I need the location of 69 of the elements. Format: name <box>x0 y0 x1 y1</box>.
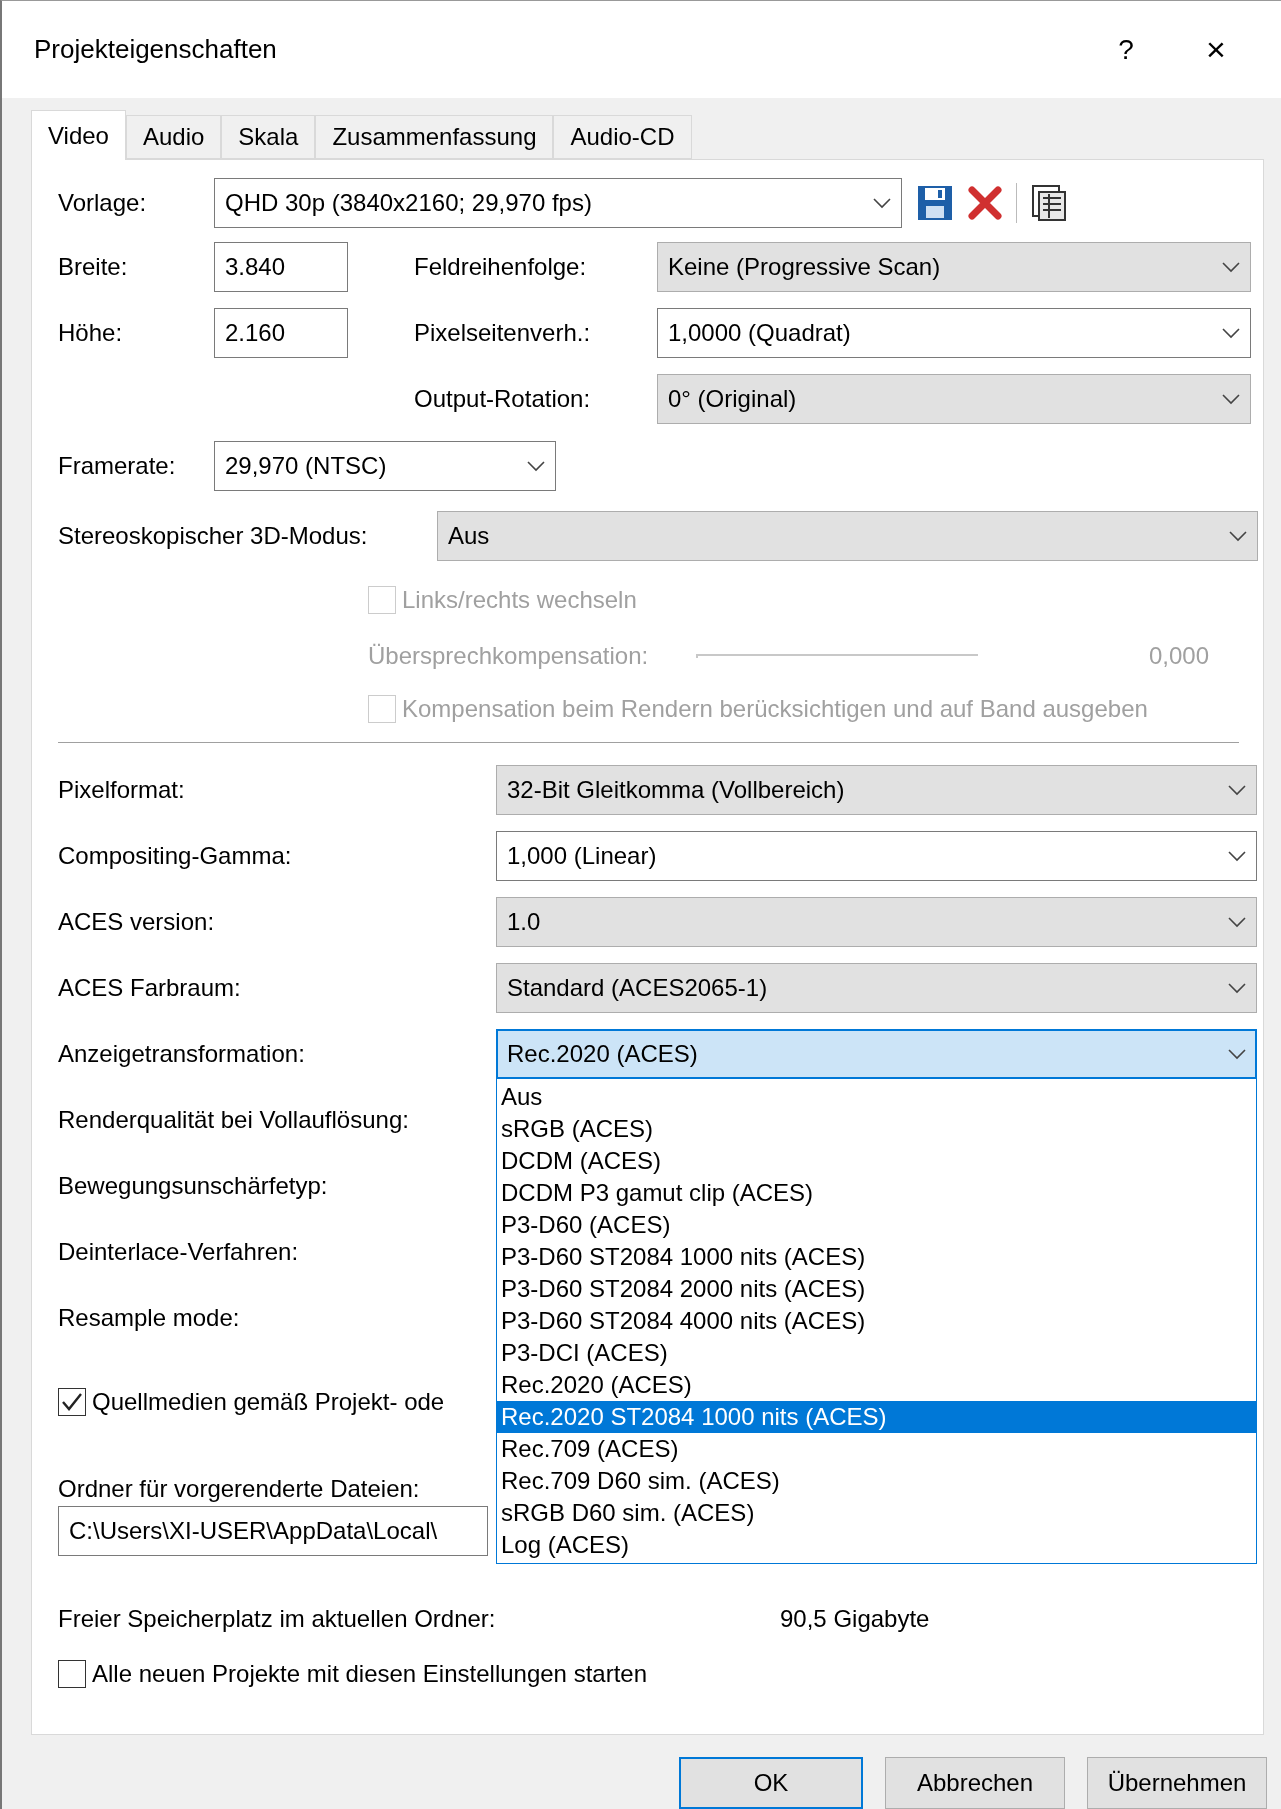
dropdown[interactable]: 1.0 <box>496 897 1257 948</box>
field-label: Framerate: <box>58 452 177 481</box>
checkbox[interactable] <box>58 1388 86 1417</box>
close-button[interactable]: × <box>1171 19 1261 80</box>
dialog-button[interactable]: Abbrechen <box>885 1757 1065 1809</box>
field-label: Vorlage: <box>58 189 148 218</box>
field-label: Deinterlace-Verfahren: <box>58 1238 300 1267</box>
dropdown[interactable]: QHD 30p (3840x2160; 29,970 fps) <box>214 178 902 229</box>
checkmark-icon <box>61 1392 83 1413</box>
field-label: Renderqualität bei Vollauflösung: <box>58 1106 410 1135</box>
dropdown[interactable]: 29,970 (NTSC) <box>214 441 556 492</box>
checkbox-label: Links/rechts wechseln <box>402 586 637 615</box>
tab[interactable]: Video <box>31 110 126 161</box>
slider-track[interactable] <box>696 654 979 659</box>
chevron-icon <box>1222 327 1240 340</box>
field-label: Stereoskopischer 3D-Modus: <box>58 522 369 551</box>
tab[interactable]: Audio-CD <box>553 115 692 160</box>
text-field[interactable]: 2.160 <box>214 308 348 359</box>
dropdown[interactable]: Keine (Progressive Scan) <box>657 242 1251 293</box>
dialog-button[interactable]: OK <box>679 1757 863 1809</box>
field-label: Resample mode: <box>58 1304 241 1333</box>
field-label: Anzeigetransformation: <box>58 1040 306 1069</box>
text-field[interactable]: 3.840 <box>214 242 348 293</box>
save-icon[interactable] <box>916 184 954 223</box>
field-label: Compositing-Gamma: <box>58 842 293 871</box>
dropdown[interactable]: Standard (ACES2065-1) <box>496 963 1257 1014</box>
chevron-icon <box>1229 530 1247 543</box>
field-label: Pixelseitenverh.: <box>414 319 592 348</box>
checkbox[interactable] <box>58 1660 86 1689</box>
checkbox-label: Quellmedien gemäß Projekt- ode <box>92 1388 445 1417</box>
chevron-icon <box>527 460 545 473</box>
chevron-icon <box>1228 850 1246 863</box>
tab[interactable]: Zusammenfassung <box>315 115 554 160</box>
field-label: Ordner für vorgerenderte Dateien: <box>58 1475 420 1504</box>
chevron-icon <box>1228 916 1246 929</box>
field-label: Übersprechkompensation: <box>368 642 649 671</box>
checkbox-label: Alle neuen Projekte mit diesen Einstellungen starten <box>92 1660 647 1689</box>
help-button[interactable]: ? <box>1081 19 1171 80</box>
properties-icon[interactable] <box>1031 184 1067 223</box>
field-label: Höhe: <box>58 319 124 348</box>
field-label: ACES Farbraum: <box>58 974 242 1003</box>
free-space-value: 90,5 Gigabyte <box>780 1605 930 1634</box>
tab[interactable]: Audio <box>125 115 222 160</box>
field-label: Freier Speicherplatz im aktuellen Ordner: <box>58 1605 497 1634</box>
field-label: Output-Rotation: <box>414 385 592 414</box>
dialog-button[interactable]: Übernehmen <box>1087 1757 1267 1809</box>
window-title: Projekteigenschaften <box>34 34 278 66</box>
chevron-icon <box>873 197 891 210</box>
field-label: Feldreihenfolge: <box>414 253 588 282</box>
chevron-icon <box>1228 784 1246 797</box>
field-label: Pixelformat: <box>58 776 186 805</box>
tab[interactable]: Skala <box>221 115 316 160</box>
chevron-icon <box>1222 393 1240 406</box>
dropdown[interactable]: 32-Bit Gleitkomma (Vollbereich) <box>496 765 1257 816</box>
field-label: ACES version: <box>58 908 216 937</box>
dropdown[interactable]: 0° (Original) <box>657 374 1251 425</box>
chevron-icon <box>1228 1048 1246 1061</box>
dropdown[interactable]: 1,0000 (Quadrat) <box>657 308 1251 359</box>
dropdown[interactable]: 1,000 (Linear) <box>496 831 1257 882</box>
field-label: Breite: <box>58 253 129 282</box>
dropdown[interactable]: Aus <box>437 511 1258 562</box>
checkbox-label: Kompensation beim Rendern berücksichtigen und auf Band ausgeben <box>402 695 1148 724</box>
field-label: Bewegungsunschärfetyp: <box>58 1172 329 1201</box>
delete-icon[interactable] <box>968 186 1002 221</box>
slider-value: 0,000 <box>1148 642 1209 671</box>
dropdown-option[interactable]: Rec.2020 ST2084 1000 nits (ACES) <box>497 1401 1256 1434</box>
chevron-icon <box>1222 261 1240 274</box>
chevron-icon <box>1228 982 1246 995</box>
folder-path-field[interactable]: C:\Users\XI-USER\AppData\Local\ <box>58 1506 488 1557</box>
